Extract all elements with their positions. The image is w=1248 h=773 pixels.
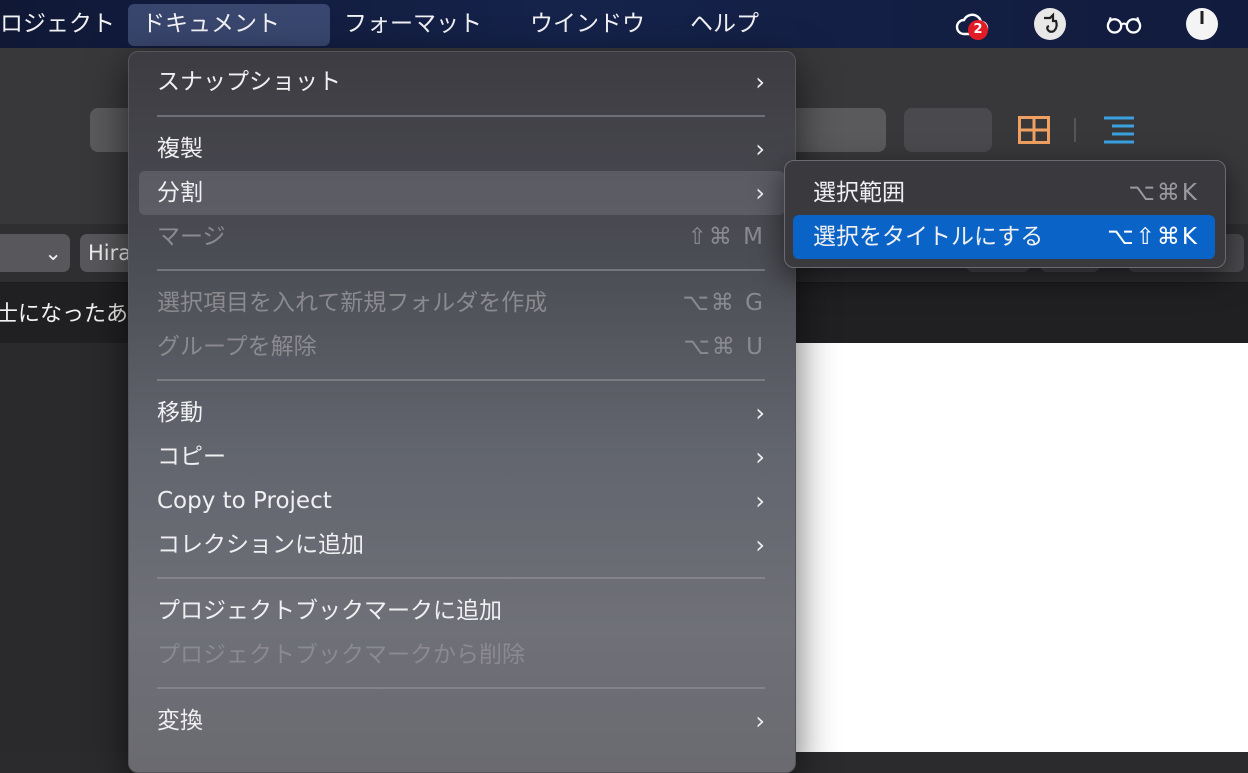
menu-project[interactable]: ロジェクト <box>0 4 129 46</box>
clock-icon[interactable] <box>1184 6 1220 42</box>
toolbar-segment[interactable] <box>904 108 992 152</box>
submenu-item-at-selection[interactable]: 選択範囲 ⌥⌘K <box>793 171 1215 215</box>
grid-view-icon[interactable] <box>1018 116 1050 148</box>
menu-item-label: グループを解除 <box>157 334 317 360</box>
shortcut-label: ⌥⌘ G <box>682 290 765 316</box>
menu-item-label: 分割 <box>157 180 203 206</box>
editor-area[interactable] <box>790 343 1248 752</box>
menu-item-convert[interactable]: 変換 › <box>139 699 785 743</box>
menu-item-move[interactable]: 移動 › <box>139 391 785 435</box>
menu-separator <box>157 577 765 579</box>
glasses-icon[interactable] <box>1106 6 1142 42</box>
chevron-right-icon: › <box>755 707 765 735</box>
menu-bar: ロジェクト ドキュメント フォーマット ウインドウ ヘルプ 2 <box>0 0 1248 48</box>
shortcut-label: ⌥⌘ U <box>683 334 765 360</box>
menu-separator <box>157 115 765 117</box>
shortcut-label: ⌥⌘K <box>1128 180 1199 206</box>
menu-item-label: マージ <box>157 224 226 250</box>
menu-item-label: スナップショット <box>157 69 341 95</box>
menu-window[interactable]: ウインドウ <box>516 4 659 46</box>
menu-item-split[interactable]: 分割 › <box>139 171 785 215</box>
document-menu: スナップショット › 複製 › 分割 › マージ ⇧⌘ M 選択項目を入れて新規… <box>128 51 796 773</box>
menu-item-remove-bookmark[interactable]: プロジェクトブックマークから削除 <box>139 633 785 677</box>
menu-separator <box>157 269 765 271</box>
menu-item-merge[interactable]: マージ ⇧⌘ M <box>139 215 785 259</box>
menu-item-ungroup[interactable]: グループを解除 ⌥⌘ U <box>139 325 785 369</box>
outline-view-icon[interactable] <box>1104 116 1136 148</box>
notification-badge: 2 <box>968 20 988 40</box>
style-select[interactable]: ⌄ <box>0 234 70 272</box>
chevron-right-icon: › <box>755 443 765 471</box>
menu-item-copy-to-project[interactable]: Copy to Project › <box>139 479 785 523</box>
toolbar-divider <box>1074 118 1076 142</box>
menu-item-label: プロジェクトブックマークに追加 <box>157 598 502 624</box>
menu-item-label: 変換 <box>157 708 203 734</box>
shortcut-label: ⌥⇧⌘K <box>1107 224 1199 250</box>
menu-item-label: 選択をタイトルにする <box>813 224 1044 250</box>
chevron-right-icon: › <box>755 135 765 163</box>
menu-separator <box>157 687 765 689</box>
submenu-item-selection-as-title[interactable]: 選択をタイトルにする ⌥⇧⌘K <box>793 215 1215 259</box>
menu-item-label: 移動 <box>157 400 203 426</box>
chevron-right-icon: › <box>755 531 765 559</box>
menu-item-label: 選択範囲 <box>813 180 905 206</box>
menu-item-label: プロジェクトブックマークから削除 <box>157 642 525 668</box>
menu-item-label: コピー <box>157 444 226 470</box>
chevron-right-icon: › <box>755 399 765 427</box>
menu-item-label: Copy to Project <box>157 488 332 514</box>
menu-format[interactable]: フォーマット <box>330 4 496 46</box>
chevron-down-icon: ⌄ <box>44 241 62 265</box>
menu-item-copy[interactable]: コピー › <box>139 435 785 479</box>
evernote-icon[interactable] <box>1032 6 1068 42</box>
shortcut-label: ⇧⌘ M <box>687 224 765 250</box>
menu-item-label: 複製 <box>157 136 203 162</box>
menu-item-new-folder[interactable]: 選択項目を入れて新規フォルダを作成 ⌥⌘ G <box>139 281 785 325</box>
menu-separator <box>157 379 765 381</box>
split-submenu: 選択範囲 ⌥⌘K 選択をタイトルにする ⌥⇧⌘K <box>784 160 1226 268</box>
menu-document[interactable]: ドキュメント <box>128 4 330 46</box>
menu-item-duplicate[interactable]: 複製 › <box>139 127 785 171</box>
chevron-right-icon: › <box>755 68 765 96</box>
menu-help[interactable]: ヘルプ <box>676 4 773 46</box>
cloud-sync-icon[interactable]: 2 <box>954 6 990 42</box>
menu-item-label: 選択項目を入れて新規フォルダを作成 <box>157 290 548 316</box>
menu-item-add-bookmark[interactable]: プロジェクトブックマークに追加 <box>139 589 785 633</box>
binder-item-label[interactable]: 士になったあ <box>0 296 128 328</box>
menu-item-label: コレクションに追加 <box>157 532 364 558</box>
binder-sidebar <box>0 343 130 752</box>
chevron-right-icon: › <box>755 179 765 207</box>
menu-item-add-to-collection[interactable]: コレクションに追加 › <box>139 523 785 567</box>
chevron-right-icon: › <box>755 487 765 515</box>
menu-item-snapshot[interactable]: スナップショット › <box>139 60 785 104</box>
